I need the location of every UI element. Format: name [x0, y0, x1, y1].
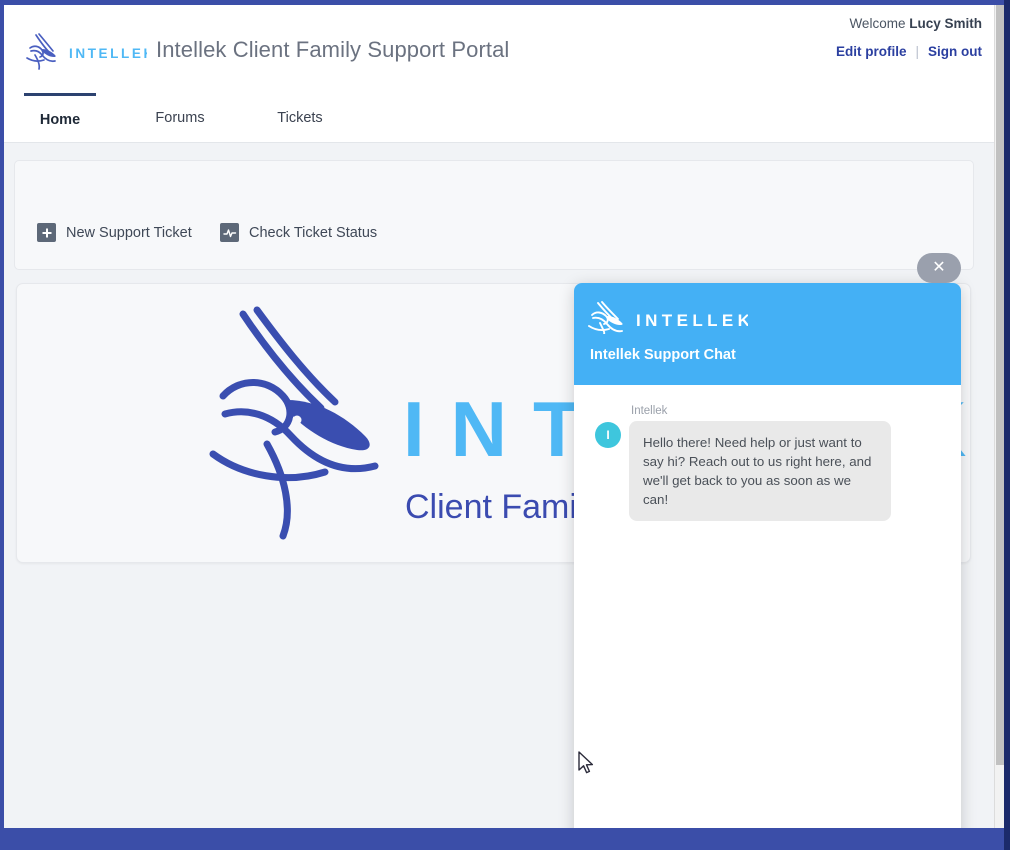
main-navigation-tabs: Home Forums Tickets	[4, 93, 994, 143]
check-ticket-status-action[interactable]: Check Ticket Status	[220, 223, 377, 242]
welcome-prefix: Welcome	[849, 16, 906, 31]
check-ticket-status-label: Check Ticket Status	[249, 224, 378, 241]
tab-forums-label: Forums	[155, 110, 205, 126]
chat-title: Intellek Support Chat	[590, 347, 736, 363]
sign-out-link[interactable]: Sign out	[928, 44, 982, 59]
tab-home-label: Home	[39, 111, 81, 128]
chat-brand-wordmark: INTELLEK	[636, 311, 748, 330]
page-title: Intellek Client Family Support Portal	[156, 37, 510, 62]
user-name: Lucy Smith	[909, 16, 982, 31]
chat-message-text: Hello there! Need help or just want to s…	[629, 421, 891, 521]
intellek-wordmark: INTELLEK	[69, 46, 147, 61]
link-separator: |	[915, 44, 919, 59]
tab-tickets[interactable]: Tickets	[262, 93, 338, 143]
page-viewport: INTELLEK Intellek Client Family Support …	[4, 5, 994, 828]
header-account-links: Edit profile | Sign out	[836, 44, 982, 59]
chat-header: INTELLEK Intellek Support Chat	[574, 283, 961, 385]
plus-icon	[37, 223, 56, 242]
welcome-message: Welcome Lucy Smith	[849, 16, 982, 31]
browser-bottom-chrome	[0, 828, 1010, 850]
activity-pulse-icon	[220, 223, 239, 242]
browser-right-chrome	[1004, 0, 1010, 850]
new-support-ticket-action[interactable]: New Support Ticket	[37, 223, 192, 242]
edit-profile-link[interactable]: Edit profile	[836, 44, 907, 59]
new-support-ticket-label: New Support Ticket	[66, 224, 192, 241]
support-chat-widget: INTELLEK Intellek Support Chat I Intelle…	[574, 283, 961, 828]
intellek-logo[interactable]: INTELLEK	[22, 31, 147, 71]
tab-tickets-label: Tickets	[277, 110, 323, 126]
browser-window: INTELLEK Intellek Client Family Support …	[0, 0, 1010, 850]
tab-forums[interactable]: Forums	[144, 93, 216, 143]
avatar: I	[595, 422, 621, 448]
site-header: INTELLEK Intellek Client Family Support …	[4, 5, 994, 93]
close-icon: ✕	[932, 259, 946, 276]
chat-message-sender: Intellek	[631, 405, 668, 417]
tab-home[interactable]: Home	[24, 93, 96, 143]
chat-message: I Intellek Hello there! Need help or jus…	[595, 405, 940, 521]
main-content-area: New Support Ticket Check Ticket Status C…	[4, 143, 994, 828]
intellek-logo-mark: INTELLEK	[26, 33, 147, 70]
chat-close-button[interactable]: ✕	[917, 253, 961, 283]
quick-actions-card: New Support Ticket Check Ticket Status	[14, 160, 974, 270]
chat-message-list[interactable]: I Intellek Hello there! Need help or jus…	[586, 385, 949, 828]
chat-intellek-logo: INTELLEK	[588, 301, 748, 334]
